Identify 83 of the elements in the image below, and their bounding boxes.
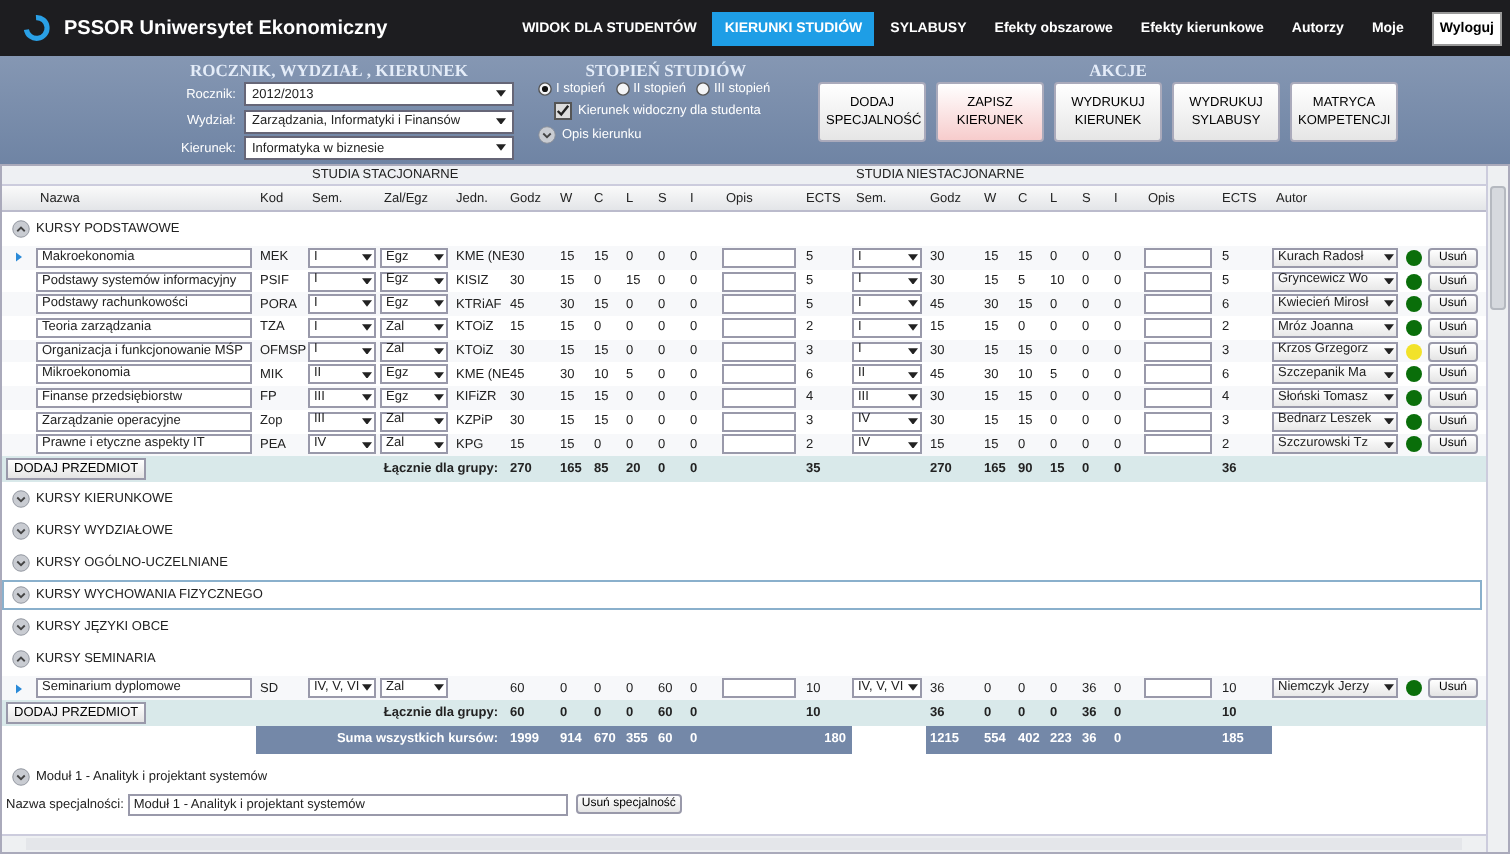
caret-icon <box>908 441 918 449</box>
notes-field[interactable] <box>1144 434 1212 455</box>
section-heading: STOPIEŃ STUDIÓW <box>583 58 749 82</box>
notes-field[interactable] <box>1144 271 1212 292</box>
caret-icon <box>362 277 372 285</box>
caret-icon <box>434 300 444 308</box>
radio-button[interactable] <box>538 82 552 96</box>
caret-icon <box>1384 417 1394 425</box>
notes-field[interactable] <box>722 341 796 362</box>
expand-icon[interactable] <box>12 586 30 605</box>
caret-icon <box>434 254 444 262</box>
caret-icon <box>362 684 372 692</box>
notes-field[interactable] <box>1144 387 1212 408</box>
expand-icon[interactable] <box>12 554 30 573</box>
caret-icon <box>908 324 918 332</box>
radio-button[interactable] <box>615 82 630 96</box>
caret-icon <box>434 684 444 692</box>
caret-icon <box>434 277 444 285</box>
caret-icon <box>362 300 372 308</box>
expand-icon[interactable] <box>12 650 30 669</box>
caret-icon <box>434 441 444 449</box>
notes-field[interactable] <box>722 678 796 699</box>
caret-icon <box>362 324 372 332</box>
caret-icon <box>362 371 372 379</box>
caret-icon <box>362 347 372 355</box>
notes-field[interactable] <box>722 294 796 315</box>
caret-icon <box>434 347 444 355</box>
notes-field[interactable] <box>1144 247 1212 268</box>
notes-field[interactable] <box>1144 317 1212 338</box>
caret-icon <box>1384 394 1394 402</box>
caret-icon <box>908 347 918 355</box>
caret-icon <box>1384 277 1394 285</box>
logo-icon <box>20 12 52 44</box>
expand-icon[interactable] <box>12 490 30 509</box>
caret-icon <box>1384 347 1394 355</box>
caret-icon <box>908 300 918 308</box>
notes-field[interactable] <box>722 247 796 268</box>
caret-icon <box>908 394 918 402</box>
notes-field[interactable] <box>722 387 796 408</box>
expand-icon[interactable] <box>12 522 30 541</box>
expand-icon[interactable] <box>12 618 30 637</box>
caret-icon <box>1384 300 1394 308</box>
horizontal-scrollbar[interactable] <box>2 834 1486 852</box>
caret-icon <box>434 394 444 402</box>
radio-button[interactable] <box>695 82 710 96</box>
caret-icon <box>496 90 506 98</box>
notes-field[interactable] <box>1144 294 1212 315</box>
caret-icon <box>496 117 506 125</box>
caret-icon <box>1384 254 1394 262</box>
notes-field[interactable] <box>722 317 796 338</box>
expand-icon[interactable] <box>12 220 30 238</box>
caret-icon <box>1384 684 1394 692</box>
expand-icon[interactable] <box>12 767 30 786</box>
vertical-scrollbar[interactable] <box>1486 166 1508 852</box>
notes-field[interactable] <box>722 271 796 292</box>
caret-icon <box>908 684 918 692</box>
caret-icon <box>908 417 918 425</box>
caret-icon <box>908 254 918 262</box>
caret-icon <box>362 441 372 449</box>
section-heading: AKCJE <box>1087 58 1149 82</box>
caret-icon <box>1384 441 1394 449</box>
notes-field[interactable] <box>1144 341 1212 362</box>
app-title: PSSOR Uniwersytet Ekonomiczny <box>64 17 388 39</box>
checkbox[interactable] <box>554 102 572 120</box>
caret-icon <box>434 324 444 332</box>
notes-field[interactable] <box>1144 678 1212 699</box>
caret-icon <box>908 277 918 285</box>
caret-icon <box>434 371 444 379</box>
caret-icon <box>362 254 372 262</box>
notes-field[interactable] <box>1144 411 1212 432</box>
section-heading: ROCZNIK, WYDZIAŁ , KIERUNEK <box>188 58 470 82</box>
caret-icon <box>496 144 506 152</box>
caret-icon <box>362 394 372 402</box>
notes-field[interactable] <box>722 411 796 432</box>
expand-icon[interactable] <box>538 126 556 144</box>
caret-icon <box>1384 324 1394 332</box>
notes-field[interactable] <box>722 434 796 455</box>
caret-icon <box>362 417 372 425</box>
notes-field[interactable] <box>722 364 796 385</box>
caret-icon <box>908 371 918 379</box>
caret-icon <box>1384 371 1394 379</box>
caret-icon <box>434 417 444 425</box>
notes-field[interactable] <box>1144 364 1212 385</box>
